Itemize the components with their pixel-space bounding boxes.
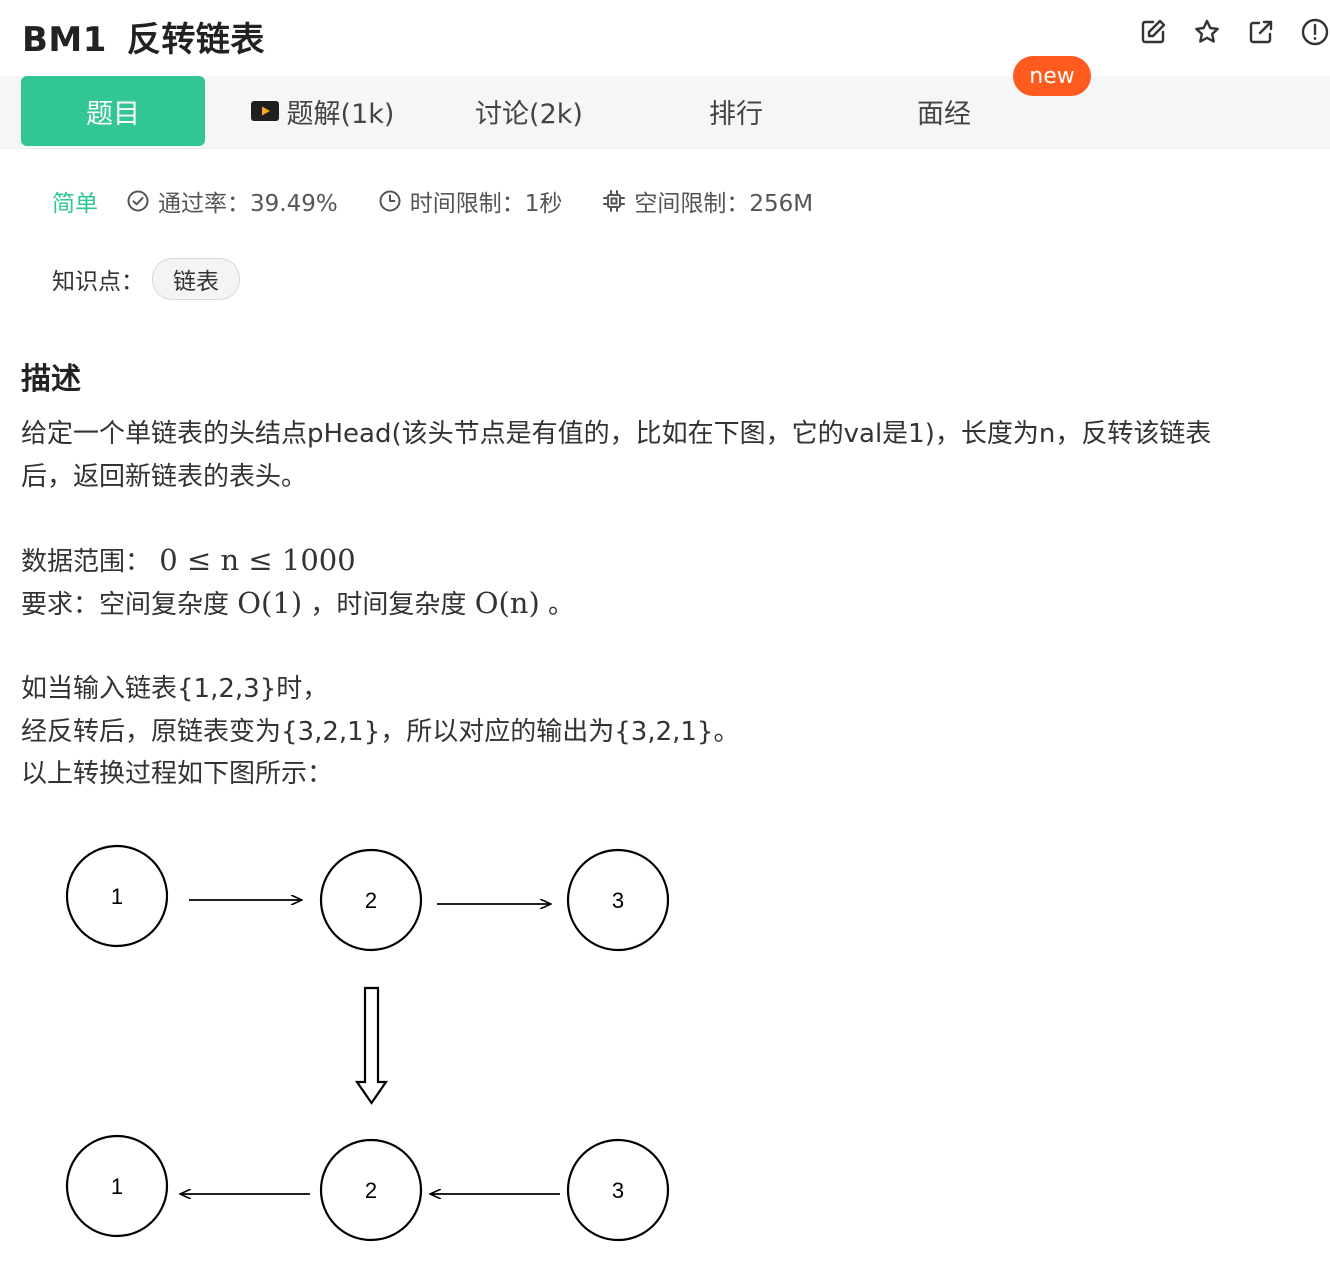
example-line-1: 如当输入链表{1,2,3}时， xyxy=(21,674,329,704)
tab-bar: 题目 题解(1k) 讨论(2k) 排行 面经 xyxy=(0,76,1330,149)
requirements: 要求：空间复杂度 O(1) ，时间复杂度 O(n) 。 xyxy=(21,582,574,627)
example-line-3: 以上转换过程如下图所示： xyxy=(21,759,334,789)
description-line-1: 给定一个单链表的头结点pHead(该头节点是有值的，比如在下图，它的val是1)… xyxy=(21,419,1212,449)
tab-discussion-label: 讨论(2k) xyxy=(475,98,583,130)
top-node-1-label: 1 xyxy=(111,884,123,909)
time-complexity: O(n) xyxy=(474,586,540,620)
example-line-2: 经反转后，原链表变为{3,2,1}，所以对应的输出为{3,2,1}。 xyxy=(21,717,740,747)
report-icon[interactable] xyxy=(1300,17,1330,47)
problem-meta: 简单 通过率：39.49% 时间限制：1秒 空间限制：256M xyxy=(52,184,853,218)
chip-icon xyxy=(603,190,626,212)
tab-interview[interactable]: 面经 xyxy=(858,76,1030,146)
problem-title: BM1 反转链表 xyxy=(22,12,265,61)
problem-code: BM1 xyxy=(22,20,107,60)
data-range: 数据范围： 0 ≤ n ≤ 1000 xyxy=(21,539,356,584)
pass-rate-text: 通过率：39.49% xyxy=(158,191,338,217)
bottom-node-2-label: 2 xyxy=(365,1178,377,1203)
data-range-math: 0 ≤ n ≤ 1000 xyxy=(159,543,356,577)
reverse-list-diagram: 1 2 3 1 2 3 xyxy=(65,844,670,1242)
knowledge-tag-linked-list[interactable]: 链表 xyxy=(152,258,240,300)
requirements-end: 。 xyxy=(548,590,575,620)
star-icon[interactable] xyxy=(1192,17,1222,47)
tab-problem[interactable]: 题目 xyxy=(21,76,205,146)
space-limit-text: 空间限制：256M xyxy=(634,191,814,217)
problem-name: 反转链表 xyxy=(126,20,265,60)
tab-interview-label: 面经 xyxy=(917,98,971,130)
top-list: 1 2 3 xyxy=(65,844,670,952)
top-node-2: 2 xyxy=(319,848,423,952)
tab-discussion[interactable]: 讨论(2k) xyxy=(440,76,618,146)
requirements-mid: ，时间复杂度 xyxy=(310,590,467,620)
bottom-node-3-label: 3 xyxy=(612,1178,624,1203)
new-badge: new xyxy=(1013,56,1091,96)
clock-icon xyxy=(379,190,401,212)
space-limit: 空间限制：256M xyxy=(602,184,813,218)
bottom-node-1: 1 xyxy=(65,1134,169,1238)
edit-icon[interactable] xyxy=(1138,17,1168,47)
requirements-label: 要求：空间复杂度 xyxy=(21,590,230,620)
top-node-1: 1 xyxy=(65,844,169,948)
bottom-node-2: 2 xyxy=(319,1138,423,1242)
knowledge-label: 知识点： xyxy=(52,269,144,295)
space-complexity: O(1) xyxy=(237,586,303,620)
tab-ranking[interactable]: 排行 xyxy=(650,76,822,146)
video-icon xyxy=(250,101,279,121)
time-limit: 时间限制：1秒 xyxy=(378,184,563,218)
bottom-node-1-label: 1 xyxy=(111,1174,123,1199)
down-arrow-icon xyxy=(354,986,389,1105)
tab-problem-label: 题目 xyxy=(86,98,140,130)
description-heading: 描述 xyxy=(21,362,81,397)
top-node-3-label: 3 xyxy=(612,888,624,913)
title-actions xyxy=(1114,17,1330,47)
top-node-3: 3 xyxy=(566,848,670,952)
tab-ranking-label: 排行 xyxy=(709,98,763,130)
share-icon[interactable] xyxy=(1246,17,1276,47)
check-circle-icon xyxy=(127,190,149,212)
pass-rate: 通过率：39.49% xyxy=(126,184,338,218)
tab-solutions[interactable]: 题解(1k) xyxy=(235,76,410,146)
data-range-label: 数据范围： xyxy=(21,547,152,577)
bottom-list: 1 2 3 xyxy=(65,1134,670,1242)
time-limit-text: 时间限制：1秒 xyxy=(409,191,563,217)
top-node-2-label: 2 xyxy=(365,888,377,913)
bottom-node-3: 3 xyxy=(566,1138,670,1242)
tab-solutions-label: 题解(1k) xyxy=(286,98,395,130)
difficulty-label: 简单 xyxy=(52,191,98,217)
description-line-2: 后，返回新链表的表头。 xyxy=(21,462,308,492)
knowledge-points: 知识点： 链表 xyxy=(52,258,240,300)
